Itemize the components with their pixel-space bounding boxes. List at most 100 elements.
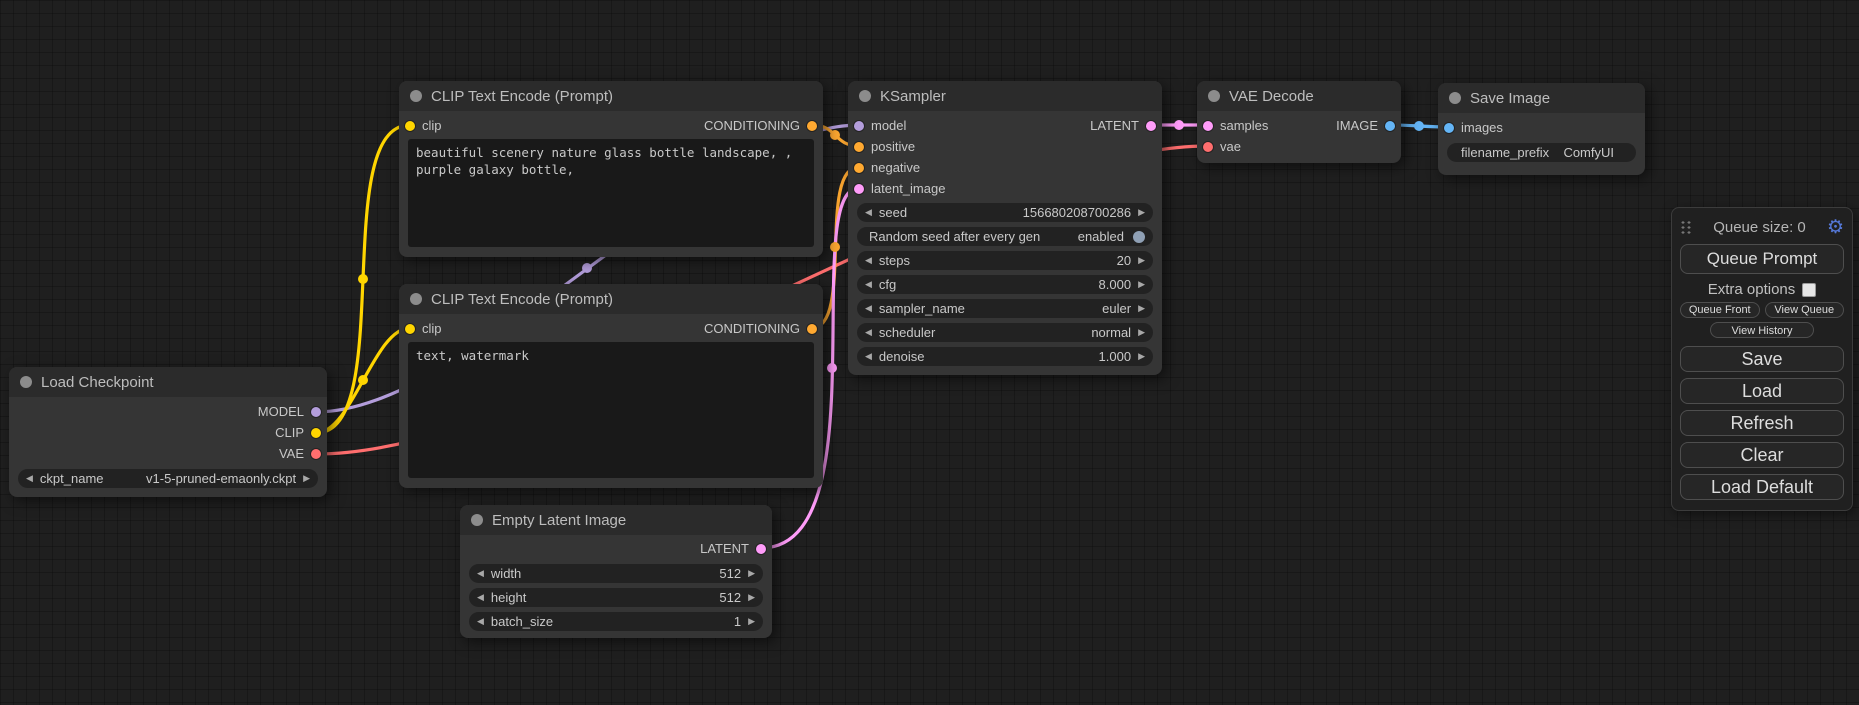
node-clip-text-encode-negative[interactable]: CLIP Text Encode (Prompt) clip CONDITION… <box>399 284 823 488</box>
collapse-dot[interactable] <box>471 514 483 526</box>
clip-output-port[interactable] <box>311 428 321 438</box>
cfg-widget[interactable]: ◀ cfg 8.000 ▶ <box>857 275 1153 294</box>
decrement-arrow-icon[interactable]: ◀ <box>865 256 872 265</box>
decrement-arrow-icon[interactable]: ◀ <box>865 304 872 313</box>
conditioning-output-port[interactable] <box>807 121 817 131</box>
decrement-arrow-icon[interactable]: ◀ <box>865 280 872 289</box>
node-title-bar[interactable]: Empty Latent Image <box>460 505 772 535</box>
node-title-bar[interactable]: KSampler <box>848 81 1162 111</box>
increment-arrow-icon[interactable]: ▶ <box>1138 208 1145 217</box>
clip-input-port[interactable] <box>405 121 415 131</box>
graph-canvas[interactable]: { "colors": { "model": "#B39DDB", "clip"… <box>0 0 1859 705</box>
positive-input-port[interactable] <box>854 142 864 152</box>
increment-arrow-icon[interactable]: ▶ <box>748 569 755 578</box>
increment-arrow-icon[interactable]: ▶ <box>1138 328 1145 337</box>
widget-value: euler <box>972 301 1131 316</box>
node-load-checkpoint[interactable]: Load Checkpoint MODEL CLIP VAE ◀ ckpt_na… <box>9 367 327 497</box>
refresh-button[interactable]: Refresh <box>1680 410 1844 436</box>
node-title-bar[interactable]: VAE Decode <box>1197 81 1401 111</box>
widget-name: Random seed after every gen <box>869 229 1040 244</box>
height-widget[interactable]: ◀ height 512 ▶ <box>469 588 763 607</box>
scheduler-widget[interactable]: ◀ scheduler normal ▶ <box>857 323 1153 342</box>
increment-arrow-icon[interactable]: ▶ <box>748 617 755 626</box>
save-button[interactable]: Save <box>1680 346 1844 372</box>
width-widget[interactable]: ◀ width 512 ▶ <box>469 564 763 583</box>
collapse-dot[interactable] <box>859 90 871 102</box>
load-default-button[interactable]: Load Default <box>1680 474 1844 500</box>
widget-value: v1-5-pruned-emaonly.ckpt <box>111 471 297 486</box>
prompt-text-input[interactable]: text, watermark <box>408 342 814 478</box>
increment-arrow-icon[interactable]: ▶ <box>1138 280 1145 289</box>
slot-label: VAE <box>279 446 304 461</box>
decrement-arrow-icon[interactable]: ◀ <box>26 474 33 483</box>
decrement-arrow-icon[interactable]: ◀ <box>477 593 484 602</box>
random-seed-toggle[interactable]: Random seed after every gen enabled <box>857 227 1153 246</box>
widget-name: scheduler <box>879 325 935 340</box>
widget-value: 1.000 <box>931 349 1131 364</box>
ckpt-name-widget[interactable]: ◀ ckpt_name v1-5-pruned-emaonly.ckpt ▶ <box>18 469 318 488</box>
node-title-bar[interactable]: CLIP Text Encode (Prompt) <box>399 284 823 314</box>
decrement-arrow-icon[interactable]: ◀ <box>477 569 484 578</box>
slot-label: negative <box>871 160 920 175</box>
collapse-dot[interactable] <box>410 90 422 102</box>
conditioning-output-port[interactable] <box>807 324 817 334</box>
queue-front-button[interactable]: Queue Front <box>1680 302 1760 318</box>
increment-arrow-icon[interactable]: ▶ <box>1138 304 1145 313</box>
prompt-text-input[interactable]: beautiful scenery nature glass bottle la… <box>408 139 814 247</box>
widget-name: ckpt_name <box>40 471 104 486</box>
denoise-widget[interactable]: ◀ denoise 1.000 ▶ <box>857 347 1153 366</box>
widget-value: enabled <box>1047 229 1126 244</box>
seed-widget[interactable]: ◀ seed 156680208700286 ▶ <box>857 203 1153 222</box>
increment-arrow-icon[interactable]: ▶ <box>303 474 310 483</box>
image-output-port[interactable] <box>1385 121 1395 131</box>
latent-image-input-port[interactable] <box>854 184 864 194</box>
steps-widget[interactable]: ◀ steps 20 ▶ <box>857 251 1153 270</box>
collapse-dot[interactable] <box>1449 92 1461 104</box>
latent-output-port[interactable] <box>1146 121 1156 131</box>
clip-input-port[interactable] <box>405 324 415 334</box>
queue-prompt-button[interactable]: Queue Prompt <box>1680 244 1844 274</box>
node-vae-decode[interactable]: VAE Decode samples IMAGE vae <box>1197 81 1401 163</box>
node-title-bar[interactable]: Save Image <box>1438 83 1645 113</box>
node-title-bar[interactable]: Load Checkpoint <box>9 367 327 397</box>
sampler-name-widget[interactable]: ◀ sampler_name euler ▶ <box>857 299 1153 318</box>
images-input-port[interactable] <box>1444 123 1454 133</box>
slot-label: samples <box>1220 118 1268 133</box>
decrement-arrow-icon[interactable]: ◀ <box>865 208 872 217</box>
negative-input-port[interactable] <box>854 163 864 173</box>
latent-output-port[interactable] <box>756 544 766 554</box>
gear-icon[interactable]: ⚙ <box>1827 218 1844 237</box>
toggle-indicator[interactable] <box>1133 231 1145 243</box>
decrement-arrow-icon[interactable]: ◀ <box>865 352 872 361</box>
node-empty-latent-image[interactable]: Empty Latent Image LATENT ◀ width 512 ▶ … <box>460 505 772 638</box>
node-save-image[interactable]: Save Image images filename_prefix ComfyU… <box>1438 83 1645 175</box>
batch-size-widget[interactable]: ◀ batch_size 1 ▶ <box>469 612 763 631</box>
wire-dot-model <box>582 263 592 273</box>
increment-arrow-icon[interactable]: ▶ <box>1138 352 1145 361</box>
samples-input-port[interactable] <box>1203 121 1213 131</box>
decrement-arrow-icon[interactable]: ◀ <box>477 617 484 626</box>
decrement-arrow-icon[interactable]: ◀ <box>865 328 872 337</box>
load-button[interactable]: Load <box>1680 378 1844 404</box>
drag-handle[interactable] <box>1680 220 1692 235</box>
vae-input-port[interactable] <box>1203 142 1213 152</box>
wire-dot-latent-out <box>1174 120 1184 130</box>
node-clip-text-encode-positive[interactable]: CLIP Text Encode (Prompt) clip CONDITION… <box>399 81 823 257</box>
model-input-port[interactable] <box>854 121 864 131</box>
increment-arrow-icon[interactable]: ▶ <box>1138 256 1145 265</box>
collapse-dot[interactable] <box>410 293 422 305</box>
node-title-bar[interactable]: CLIP Text Encode (Prompt) <box>399 81 823 111</box>
wire-dot-conditioning-positive <box>830 130 840 140</box>
model-output-port[interactable] <box>311 407 321 417</box>
view-history-button[interactable]: View History <box>1710 322 1815 338</box>
node-ksampler[interactable]: KSampler model LATENT positive negative … <box>848 81 1162 375</box>
widget-value: normal <box>942 325 1131 340</box>
filename-prefix-widget[interactable]: filename_prefix ComfyUI <box>1447 143 1636 162</box>
collapse-dot[interactable] <box>1208 90 1220 102</box>
collapse-dot[interactable] <box>20 376 32 388</box>
vae-output-port[interactable] <box>311 449 321 459</box>
extra-options-checkbox[interactable] <box>1802 283 1816 297</box>
increment-arrow-icon[interactable]: ▶ <box>748 593 755 602</box>
view-queue-button[interactable]: View Queue <box>1765 302 1845 318</box>
clear-button[interactable]: Clear <box>1680 442 1844 468</box>
